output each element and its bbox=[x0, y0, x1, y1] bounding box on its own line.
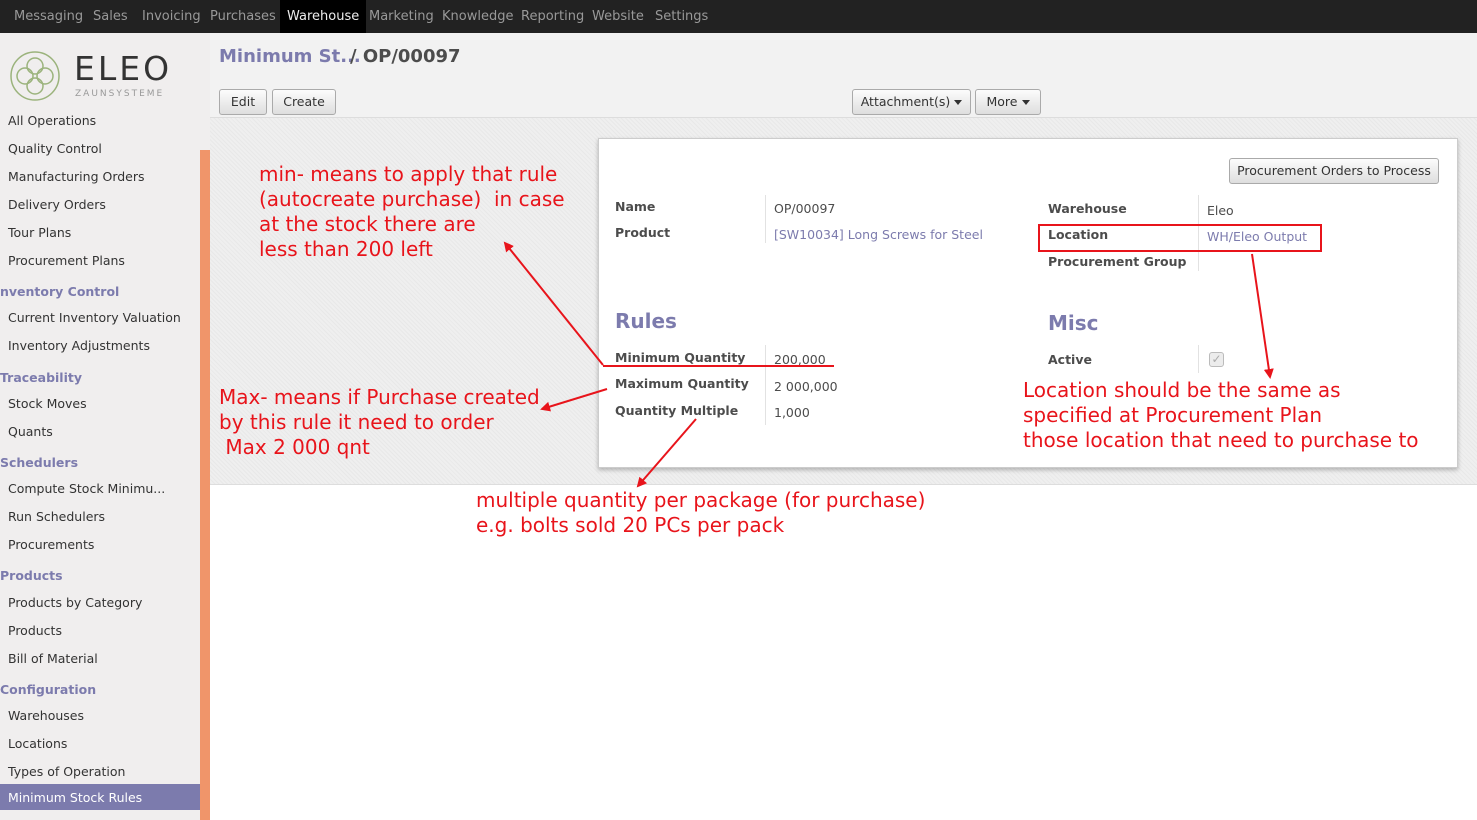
quantity-multiple-value: 1,000 bbox=[774, 405, 810, 420]
minimum-quantity-value: 200,000 bbox=[774, 352, 826, 367]
logo-subtitle: ZAUNSYSTEME bbox=[75, 89, 165, 99]
attachments-label: Attachment(s) bbox=[860, 94, 951, 109]
create-button[interactable]: Create bbox=[272, 89, 336, 115]
more-label: More bbox=[986, 94, 1018, 109]
field-separator bbox=[1198, 345, 1199, 373]
sidebar-section-traceability: Traceability bbox=[0, 370, 83, 385]
warehouse-label: Warehouse bbox=[1048, 201, 1127, 216]
sidebar-item-stock-moves[interactable]: Stock Moves bbox=[8, 396, 87, 411]
sidebar-item-types-of-operation[interactable]: Types of Operation bbox=[8, 764, 125, 779]
sidebar-item-products[interactable]: Products bbox=[8, 623, 62, 638]
rules-section-title: Rules bbox=[615, 309, 677, 333]
active-checkbox[interactable]: ✓ bbox=[1209, 352, 1224, 367]
field-separator bbox=[765, 345, 766, 425]
sidebar-item-label: Minimum Stock Rules bbox=[8, 790, 143, 805]
menu-invoicing[interactable]: Invoicing bbox=[135, 0, 208, 33]
sidebar-item-bill-of-material[interactable]: Bill of Material bbox=[8, 651, 98, 666]
caret-down-icon bbox=[1021, 100, 1030, 105]
product-label: Product bbox=[615, 225, 671, 240]
annotation-max-note: Max- means if Purchase created by this r… bbox=[219, 385, 540, 459]
annotation-multiple-note: multiple quantity per package (for purch… bbox=[476, 488, 926, 537]
attachments-dropdown[interactable]: Attachment(s) bbox=[852, 89, 971, 115]
location-label: Location bbox=[1048, 227, 1109, 242]
sidebar: ELEO ZAUNSYSTEME All Operations Quality … bbox=[0, 33, 210, 820]
sidebar-section-products: Products bbox=[0, 568, 63, 583]
name-value: OP/00097 bbox=[774, 201, 836, 216]
check-icon: ✓ bbox=[1211, 352, 1222, 366]
location-link[interactable]: WH/Eleo Output bbox=[1207, 229, 1307, 244]
breadcrumb-current: / OP/00097 bbox=[350, 46, 461, 67]
maximum-quantity-label: Maximum Quantity bbox=[615, 376, 749, 391]
sidebar-item-warehouses[interactable]: Warehouses bbox=[8, 708, 84, 723]
minimum-quantity-label: Minimum Quantity bbox=[615, 350, 746, 365]
control-panel: Minimum St... / OP/00097 Edit Create Att… bbox=[210, 33, 1477, 118]
sidebar-item-delivery-orders[interactable]: Delivery Orders bbox=[8, 197, 106, 212]
maximum-quantity-value: 2 000,000 bbox=[774, 379, 838, 394]
procurement-orders-button[interactable]: Procurement Orders to Process bbox=[1229, 158, 1439, 184]
menu-reporting[interactable]: Reporting bbox=[514, 0, 591, 33]
sidebar-item-manufacturing-orders[interactable]: Manufacturing Orders bbox=[8, 169, 145, 184]
sidebar-section-inventory-control: nventory Control bbox=[0, 284, 120, 299]
menu-settings[interactable]: Settings bbox=[648, 0, 715, 33]
quantity-multiple-label: Quantity Multiple bbox=[615, 403, 739, 418]
sidebar-item-all-operations[interactable]: All Operations bbox=[8, 113, 96, 128]
more-dropdown[interactable]: More bbox=[975, 89, 1041, 115]
caret-down-icon bbox=[954, 100, 963, 105]
sidebar-item-procurements[interactable]: Procurements bbox=[8, 537, 94, 552]
sidebar-scroll-strip bbox=[200, 150, 210, 820]
menu-purchases[interactable]: Purchases bbox=[203, 0, 283, 33]
eleo-emblem-icon bbox=[10, 51, 60, 101]
annotation-location-note: Location should be the same as specified… bbox=[1023, 378, 1419, 452]
top-menu-bar: Messaging Sales Invoicing Purchases Ware… bbox=[0, 0, 1477, 33]
sidebar-item-procurement-plans[interactable]: Procurement Plans bbox=[8, 253, 125, 268]
menu-website[interactable]: Website bbox=[585, 0, 651, 33]
edit-button[interactable]: Edit bbox=[219, 89, 267, 115]
field-separator bbox=[765, 195, 766, 243]
sidebar-section-configuration: Configuration bbox=[0, 682, 97, 697]
menu-warehouse[interactable]: Warehouse bbox=[280, 0, 367, 33]
sidebar-item-locations[interactable]: Locations bbox=[8, 736, 67, 751]
sidebar-section-schedulers: Schedulers bbox=[0, 455, 79, 470]
sidebar-item-products-by-category[interactable]: Products by Category bbox=[8, 595, 142, 610]
sidebar-item-minimum-stock-rules[interactable]: Minimum Stock Rules bbox=[0, 784, 200, 810]
sidebar-item-quality-control[interactable]: Quality Control bbox=[8, 141, 102, 156]
sidebar-item-quants[interactable]: Quants bbox=[8, 424, 53, 439]
warehouse-value: Eleo bbox=[1207, 203, 1234, 218]
sidebar-item-tour-plans[interactable]: Tour Plans bbox=[8, 225, 71, 240]
sidebar-item-inventory-valuation[interactable]: Current Inventory Valuation bbox=[8, 310, 181, 325]
procurement-group-label: Procurement Group bbox=[1048, 254, 1187, 269]
product-link[interactable]: [SW10034] Long Screws for Steel bbox=[774, 227, 983, 242]
menu-messaging[interactable]: Messaging bbox=[7, 0, 90, 33]
annotation-min-note: min- means to apply that rule (autocreat… bbox=[259, 162, 565, 261]
active-label: Active bbox=[1048, 352, 1092, 367]
sidebar-item-compute-stock-minimum[interactable]: Compute Stock Minimu... bbox=[8, 481, 165, 496]
field-separator bbox=[1198, 195, 1199, 271]
menu-knowledge[interactable]: Knowledge bbox=[435, 0, 520, 33]
misc-section-title: Misc bbox=[1048, 311, 1099, 335]
logo-name: ELEO bbox=[74, 49, 173, 88]
company-logo[interactable]: ELEO ZAUNSYSTEME bbox=[8, 47, 198, 107]
menu-sales[interactable]: Sales bbox=[86, 0, 135, 33]
menu-marketing[interactable]: Marketing bbox=[362, 0, 441, 33]
name-label: Name bbox=[615, 199, 656, 214]
sidebar-item-inventory-adjustments[interactable]: Inventory Adjustments bbox=[8, 338, 150, 353]
sidebar-item-run-schedulers[interactable]: Run Schedulers bbox=[8, 509, 105, 524]
breadcrumb-parent[interactable]: Minimum St... bbox=[219, 46, 361, 67]
